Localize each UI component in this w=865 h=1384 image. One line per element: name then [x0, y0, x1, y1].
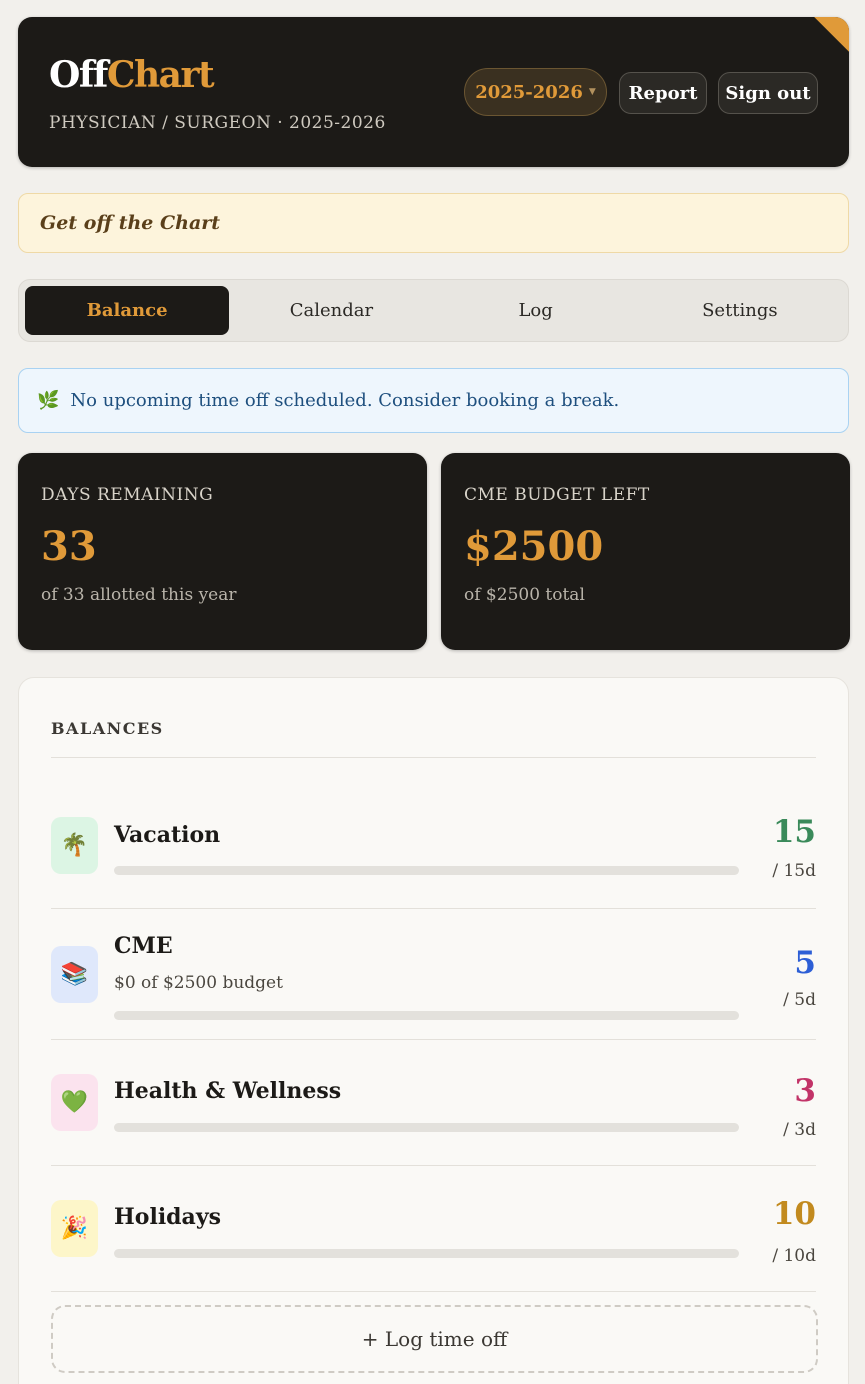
- motto-banner: Get off the Chart: [18, 193, 849, 253]
- beta-ribbon-label: BETA: [808, 17, 849, 111]
- cme-budget-card: CME BUDGET LEFT $2500 of $2500 total: [441, 453, 850, 650]
- balance-remaining: 3: [794, 1073, 816, 1109]
- balance-progress-bar: [114, 1011, 739, 1020]
- report-button[interactable]: Report: [619, 72, 707, 114]
- app-page: OffChart PHYSICIAN / SURGEON · 2025-2026…: [0, 0, 865, 1384]
- app-header: OffChart PHYSICIAN / SURGEON · 2025-2026…: [18, 17, 849, 167]
- balance-name: Vacation: [114, 822, 221, 848]
- balance-row-holidays[interactable]: 🎉 Holidays 10 / 10d: [51, 1166, 816, 1292]
- cme-budget-value: $2500: [464, 523, 604, 570]
- brand-chart: Chart: [106, 54, 215, 96]
- balance-row-health-wellness[interactable]: 💚 Health & Wellness 3 / 3d: [51, 1040, 816, 1166]
- balance-progress-bar: [114, 1123, 739, 1132]
- books-icon: 📚: [51, 946, 98, 1003]
- sign-out-button[interactable]: Sign out: [718, 72, 818, 114]
- balance-total: / 10d: [772, 1246, 816, 1266]
- year-select[interactable]: 2025-2026 ▼: [464, 68, 607, 116]
- balances-title: BALANCES: [51, 719, 816, 758]
- tab-log[interactable]: Log: [434, 286, 638, 335]
- green-heart-icon: 💚: [51, 1074, 98, 1131]
- beta-ribbon: BETA: [808, 17, 849, 122]
- year-select-value: 2025-2026: [475, 81, 583, 103]
- balance-name: Holidays: [114, 1204, 221, 1230]
- days-remaining-card: DAYS REMAINING 33 of 33 allotted this ye…: [18, 453, 427, 650]
- cme-budget-label: CME BUDGET LEFT: [464, 485, 650, 505]
- days-remaining-label: DAYS REMAINING: [41, 485, 214, 505]
- role-subtitle: PHYSICIAN / SURGEON · 2025-2026: [49, 113, 386, 133]
- balances-panel: BALANCES 🌴 Vacation 15 / 15d 📚 CME $0 of…: [18, 677, 849, 1384]
- balance-name: CME: [114, 933, 173, 959]
- log-time-off-button[interactable]: + Log time off: [51, 1305, 818, 1373]
- balance-name: Health & Wellness: [114, 1078, 342, 1104]
- tab-settings[interactable]: Settings: [638, 286, 842, 335]
- balance-total: / 15d: [772, 861, 816, 881]
- balance-row-vacation[interactable]: 🌴 Vacation 15 / 15d: [51, 758, 816, 909]
- chevron-down-icon: ▼: [588, 87, 596, 97]
- brand-logo: OffChart: [49, 53, 215, 97]
- herb-icon: 🌿: [37, 390, 60, 411]
- balance-progress-bar: [114, 1249, 739, 1258]
- tab-balance[interactable]: Balance: [25, 286, 230, 335]
- balance-remaining: 5: [794, 945, 816, 981]
- palm-tree-icon: 🌴: [51, 817, 98, 874]
- balance-remaining: 15: [772, 814, 816, 850]
- brand-off: Off: [49, 54, 108, 96]
- balance-note: $0 of $2500 budget: [114, 973, 283, 993]
- tab-calendar[interactable]: Calendar: [229, 286, 433, 335]
- cme-budget-sub: of $2500 total: [464, 585, 585, 605]
- balance-row-cme[interactable]: 📚 CME $0 of $2500 budget 5 / 5d: [51, 909, 816, 1040]
- days-remaining-sub: of 33 allotted this year: [41, 585, 237, 605]
- balance-remaining: 10: [772, 1196, 816, 1232]
- party-popper-icon: 🎉: [51, 1200, 98, 1257]
- time-off-notice: 🌿 No upcoming time off scheduled. Consid…: [18, 368, 849, 433]
- tab-bar: Balance Calendar Log Settings: [18, 279, 849, 342]
- balance-total: / 5d: [783, 990, 816, 1010]
- balance-progress-bar: [114, 866, 739, 875]
- days-remaining-value: 33: [41, 523, 97, 570]
- notice-text: No upcoming time off scheduled. Consider…: [70, 390, 620, 411]
- balance-total: / 3d: [783, 1120, 816, 1140]
